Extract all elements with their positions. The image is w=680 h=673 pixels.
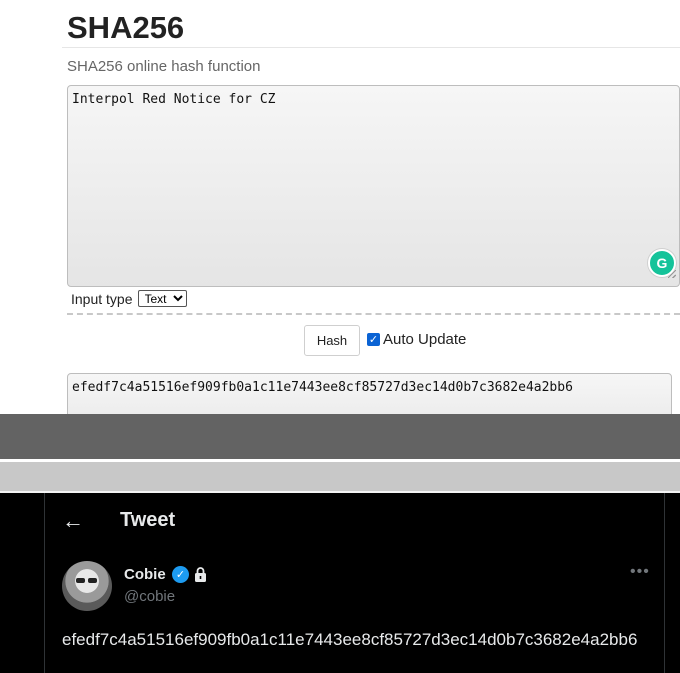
lock-icon [195, 567, 206, 582]
avatar-sunglasses-left [76, 578, 85, 583]
auto-update-label[interactable]: Auto Update [383, 331, 466, 348]
title-divider [62, 47, 680, 48]
sha256-tool-page: SHA256 SHA256 online hash function Inter… [0, 0, 680, 414]
output-hash-field[interactable]: efedf7c4a51516ef909fb0a1c11e7443ee8cf857… [67, 373, 672, 414]
tweet-heading: Tweet [120, 509, 176, 531]
timeline-border-right [664, 493, 665, 673]
avatar-sunglasses-right [88, 578, 97, 583]
separator-bar-dark [0, 414, 680, 459]
verified-badge-icon[interactable]: ✓ [172, 566, 189, 583]
more-dots-icon[interactable]: ••• [630, 563, 650, 581]
dashed-divider [67, 313, 680, 315]
user-handle[interactable]: @cobie [124, 588, 175, 605]
input-type-label: Input type [71, 290, 133, 307]
input-textarea[interactable]: Interpol Red Notice for CZ [67, 85, 680, 287]
arrow-left-icon[interactable]: ← [62, 507, 84, 535]
page-title: SHA256 [67, 10, 185, 45]
input-type-select[interactable]: Text [137, 290, 187, 307]
avatar[interactable] [62, 561, 112, 611]
hash-button[interactable]: Hash [304, 325, 360, 356]
tweet-text: efedf7c4a51516ef909fb0a1c11e7443ee8cf857… [62, 630, 638, 649]
auto-update-row[interactable]: ✓ Auto Update [367, 331, 466, 348]
separator-bar-light [0, 462, 680, 491]
timeline-border-left [44, 493, 45, 673]
display-name[interactable]: Cobie [124, 566, 166, 583]
tweet-panel: ← Tweet Cobie ✓ @cobie ••• efedf7c4a5151… [0, 493, 680, 673]
input-type-row: Input type Text [71, 290, 187, 307]
resize-handle-icon[interactable] [668, 270, 676, 278]
auto-update-checkbox[interactable]: ✓ [367, 333, 380, 346]
page-subtitle: SHA256 online hash function [67, 58, 261, 75]
